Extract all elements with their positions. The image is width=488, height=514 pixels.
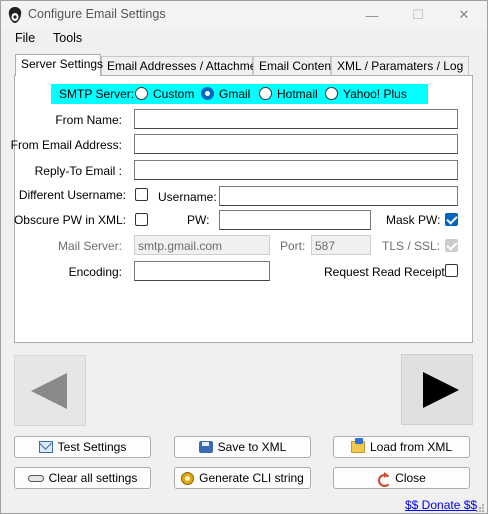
maximize-button[interactable]: ☐ — [395, 1, 441, 29]
different-username-label: Different Username: — [18, 188, 126, 202]
mask-pw-checkbox[interactable] — [445, 213, 458, 226]
tab-xml-parameters[interactable]: XML / Paramaters / Log — [331, 56, 469, 75]
tls-ssl-label: TLS / SSL: — [382, 239, 441, 253]
minimize-button[interactable]: — — [349, 1, 395, 29]
from-name-input[interactable] — [134, 109, 458, 129]
radio-custom-label: Custom — [153, 87, 195, 101]
menu-file[interactable]: File — [15, 31, 35, 45]
arrow-right-icon — [423, 372, 459, 408]
radio-hotmail[interactable] — [259, 87, 272, 100]
reply-to-label: Reply-To Email : — [34, 164, 122, 178]
mask-pw-label: Mask PW: — [386, 213, 441, 227]
clear-all-button[interactable]: Clear all settings — [14, 467, 151, 489]
app-icon — [8, 7, 22, 23]
save-disk-icon — [198, 441, 213, 453]
read-receipt-label: Request Read Receipt: — [324, 265, 449, 279]
from-email-input[interactable] — [134, 134, 458, 154]
pw-label: PW: — [187, 213, 210, 227]
from-email-label: From Email Address: — [10, 138, 122, 152]
previous-tab-button[interactable] — [14, 355, 86, 426]
tab-email-content[interactable]: Email Content — [253, 56, 334, 75]
mail-server-input: smtp.gmail.com — [134, 235, 270, 255]
radio-yahoo-plus-label: Yahoo! Plus — [343, 87, 407, 101]
open-folder-icon — [350, 438, 365, 453]
radio-hotmail-label: Hotmail — [277, 87, 318, 101]
donate-link[interactable]: $$ Donate $$ — [405, 498, 477, 512]
encoding-label: Encoding: — [68, 265, 122, 279]
port-input: 587 — [311, 235, 371, 255]
tls-ssl-checkbox — [445, 239, 458, 252]
eraser-icon — [27, 474, 44, 482]
close-label: Close — [395, 471, 426, 485]
load-xml-label: Load from XML — [369, 440, 453, 454]
pw-input[interactable] — [219, 210, 371, 230]
smtp-server-group: SMTP Server: Custom Gmail Hotmail Yahoo!… — [51, 84, 428, 104]
main-window: Configure Email Settings — ☐ ✕ File Tool… — [0, 0, 488, 514]
close-window-button[interactable]: ✕ — [441, 1, 487, 29]
save-xml-button[interactable]: Save to XML — [174, 436, 311, 458]
username-label: Username: — [158, 190, 217, 204]
cli-badge-icon — [181, 471, 195, 485]
next-tab-button[interactable] — [401, 354, 473, 425]
reply-to-input[interactable] — [134, 160, 458, 180]
server-settings-panel: SMTP Server: Custom Gmail Hotmail Yahoo!… — [10, 75, 473, 343]
load-xml-button[interactable]: Load from XML — [333, 436, 470, 458]
different-username-checkbox[interactable] — [135, 188, 148, 201]
generate-cli-label: Generate CLI string — [199, 471, 304, 485]
username-input[interactable] — [219, 186, 458, 206]
clear-all-label: Clear all settings — [48, 471, 138, 485]
encoding-input[interactable] — [134, 261, 270, 281]
menu-tools[interactable]: Tools — [53, 31, 82, 45]
radio-custom[interactable] — [135, 87, 148, 100]
test-settings-button[interactable]: Test Settings — [14, 436, 151, 458]
save-xml-label: Save to XML — [217, 440, 287, 454]
from-name-label: From Name: — [55, 113, 122, 127]
exit-icon — [377, 471, 392, 487]
tab-server-settings[interactable]: Server Settings — [15, 54, 103, 76]
radio-gmail-label: Gmail — [219, 87, 251, 101]
generate-cli-button[interactable]: Generate CLI string — [174, 467, 311, 489]
arrow-left-icon — [31, 373, 67, 409]
title-bar: Configure Email Settings — ☐ ✕ — [1, 1, 487, 29]
test-settings-label: Test Settings — [57, 440, 127, 454]
obscure-pw-label: Obscure PW in XML: — [13, 213, 126, 227]
envelope-icon — [38, 441, 53, 453]
tab-email-addresses[interactable]: Email Addresses / Attachment — [101, 56, 266, 75]
read-receipt-checkbox[interactable] — [445, 264, 458, 277]
close-button[interactable]: Close — [333, 467, 470, 489]
port-label: Port: — [280, 239, 306, 253]
obscure-pw-checkbox[interactable] — [135, 213, 148, 226]
radio-yahoo-plus[interactable] — [325, 87, 338, 100]
window-title: Configure Email Settings — [28, 7, 166, 21]
menu-bar: File Tools — [1, 29, 487, 49]
resize-grip-icon[interactable] — [475, 503, 485, 513]
radio-gmail[interactable] — [201, 87, 214, 100]
smtp-server-label: SMTP Server: — [59, 87, 135, 101]
mail-server-label: Mail Server: — [57, 239, 122, 253]
